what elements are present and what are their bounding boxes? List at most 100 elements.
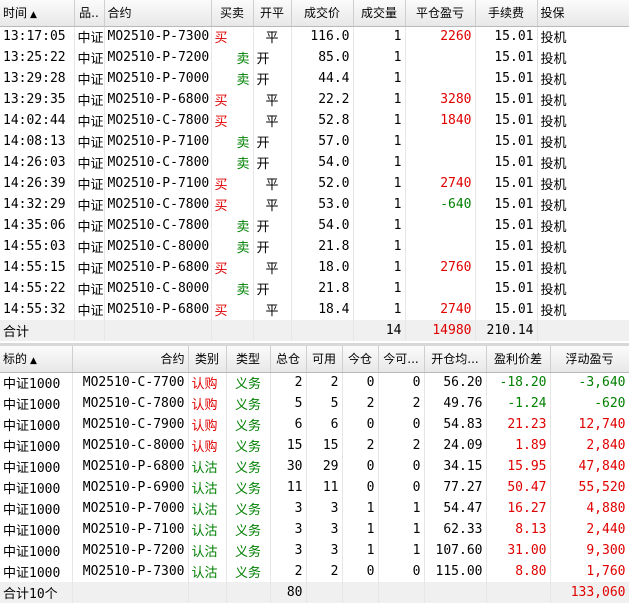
- col-price-header[interactable]: 成交价: [291, 0, 354, 27]
- position-total: 11: [270, 477, 307, 498]
- trade-row[interactable]: 14:02:44 中证 MO2510-C-7800 买平 52.8 1 1840 15.01 投…: [0, 110, 629, 131]
- col-time-header[interactable]: 时间 ▲: [0, 0, 75, 27]
- position-pnl-diff: -18.20: [486, 372, 551, 393]
- trade-volume: 1: [353, 89, 406, 110]
- trade-row[interactable]: 13:29:35 中证 MO2510-P-6800 买平 22.2 1 3280 15.01 投…: [0, 89, 629, 110]
- trade-volume: 1: [353, 47, 406, 68]
- trade-row[interactable]: 13:29:28 中证 MO2510-P-7000 卖开 44.4 1 15.01 投机: [0, 68, 629, 89]
- col-offset-header[interactable]: 开平: [253, 0, 292, 27]
- trade-price: 116.0: [291, 26, 354, 47]
- trade-fee: 15.01: [475, 89, 538, 110]
- position-open-avg: 34.15: [424, 456, 487, 477]
- col-product-header[interactable]: 品..: [74, 0, 105, 27]
- trade-hedge: 投机: [537, 215, 629, 236]
- col-type-header[interactable]: 类型: [226, 346, 271, 373]
- col-hedge-header[interactable]: 投保: [537, 0, 629, 27]
- position-row[interactable]: 中证1000 MO2510-P-7200 认沽 义务 3 3 1 1 107.60 31.00 9,…: [0, 540, 629, 561]
- trade-volume: 1: [353, 194, 406, 215]
- empty-cell: [104, 320, 212, 341]
- position-row[interactable]: 中证1000 MO2510-P-6900 认沽 义务 11 11 0 0 77.27 50.47 5…: [0, 477, 629, 498]
- trade-offset: 开: [253, 131, 292, 152]
- trade-row[interactable]: 14:32:29 中证 MO2510-C-7800 买平 53.0 1 -640 15.01 投…: [0, 194, 629, 215]
- position-type: 义务: [226, 393, 271, 414]
- position-today-available: 0: [378, 477, 425, 498]
- position-open-avg: 107.60: [424, 540, 487, 561]
- col-volume-header[interactable]: 成交量: [353, 0, 406, 27]
- position-row[interactable]: 中证1000 MO2510-C-7700 认购 义务 2 2 0 0 56.20 -18.20 -3…: [0, 372, 629, 393]
- col-today-header[interactable]: 今仓: [342, 346, 379, 373]
- position-contract: MO2510-P-6800: [72, 456, 189, 477]
- col-float-pnl-header[interactable]: 浮动盈亏: [550, 346, 629, 373]
- trade-row[interactable]: 13:17:05 中证 MO2510-P-7300 买平 116.0 1 2260 15.01…: [0, 26, 629, 47]
- trade-row[interactable]: 14:35:06 中证 MO2510-C-7800 卖开 54.0 1 15.01 投机: [0, 215, 629, 236]
- col-category-header[interactable]: 类别: [188, 346, 227, 373]
- position-today: 2: [342, 393, 379, 414]
- trade-close-pnl: [405, 278, 476, 299]
- trade-volume: 1: [353, 131, 406, 152]
- position-row[interactable]: 中证1000 MO2510-C-8000 认购 义务 15 15 2 2 24.09 1.89 2,…: [0, 435, 629, 456]
- col-total-header[interactable]: 总仓: [270, 346, 307, 373]
- position-row[interactable]: 中证1000 MO2510-P-7000 认沽 义务 3 3 1 1 54.47 16.27 4,8…: [0, 498, 629, 519]
- trade-price: 54.0: [291, 152, 354, 173]
- position-type: 义务: [226, 414, 271, 435]
- position-row[interactable]: 中证1000 MO2510-P-7300 认沽 义务 2 2 0 0 115.00 8.80 1,7…: [0, 561, 629, 582]
- col-fee-header[interactable]: 手续费: [475, 0, 538, 27]
- col-contract-header[interactable]: 合约: [104, 0, 212, 27]
- trade-fee: 15.01: [475, 173, 538, 194]
- trade-time: 13:17:05: [0, 26, 75, 47]
- trade-product: 中证: [74, 26, 105, 47]
- trade-contract: MO2510-P-7100: [104, 173, 212, 194]
- col-pos-contract-header[interactable]: 合约: [72, 346, 189, 373]
- position-row[interactable]: 中证1000 MO2510-P-7100 认沽 义务 3 3 1 1 62.33 8.13 2,44…: [0, 519, 629, 540]
- trade-hedge: 投机: [537, 110, 629, 131]
- trade-volume: 1: [353, 215, 406, 236]
- trade-row[interactable]: 14:55:15 中证 MO2510-P-6800 买平 18.0 1 2760 15.01 投…: [0, 257, 629, 278]
- trade-volume: 1: [353, 26, 406, 47]
- position-row[interactable]: 中证1000 MO2510-C-7900 认购 义务 6 6 0 0 54.83 21.23 12,…: [0, 414, 629, 435]
- col-open-avg-header[interactable]: 开仓均...: [424, 346, 487, 373]
- col-today-available-header[interactable]: 今可...: [378, 346, 425, 373]
- col-underlying-header[interactable]: 标的 ▲: [0, 346, 73, 373]
- trade-close-pnl: [405, 236, 476, 257]
- trade-row[interactable]: 14:26:03 中证 MO2510-C-7800 卖开 54.0 1 15.01 投机: [0, 152, 629, 173]
- trade-row[interactable]: 14:55:32 中证 MO2510-P-6800 买平 18.4 1 2740 15.01 投…: [0, 299, 629, 320]
- trade-contract: MO2510-P-6800: [104, 299, 212, 320]
- position-open-avg: 77.27: [424, 477, 487, 498]
- trade-row[interactable]: 13:25:22 中证 MO2510-P-7200 卖开 85.0 1 15.01 投机: [0, 47, 629, 68]
- trade-row[interactable]: 14:26:39 中证 MO2510-P-7100 买平 52.0 1 2740 15.01 投…: [0, 173, 629, 194]
- col-direction-header[interactable]: 买卖: [211, 0, 254, 27]
- trade-close-pnl: [405, 68, 476, 89]
- trade-close-pnl: -640: [405, 194, 476, 215]
- trade-row[interactable]: 14:55:03 中证 MO2510-C-8000 卖开 21.8 1 15.01 投机: [0, 236, 629, 257]
- position-today: 1: [342, 519, 379, 540]
- trade-offset: 开: [253, 215, 292, 236]
- position-today: 2: [342, 435, 379, 456]
- position-row[interactable]: 中证1000 MO2510-P-6800 认沽 义务 30 29 0 0 34.15 15.95 4…: [0, 456, 629, 477]
- position-row[interactable]: 中证1000 MO2510-C-7800 认购 义务 5 5 2 2 49.76 -1.24 -62…: [0, 393, 629, 414]
- position-contract: MO2510-P-7200: [72, 540, 189, 561]
- trade-hedge: 投机: [537, 152, 629, 173]
- trade-price: 54.0: [291, 215, 354, 236]
- col-close-pnl-header[interactable]: 平仓盈亏: [405, 0, 476, 27]
- trade-contract: MO2510-C-7800: [104, 215, 212, 236]
- trade-time: 14:08:13: [0, 131, 75, 152]
- position-pnl-diff: 8.13: [486, 519, 551, 540]
- trade-volume: 1: [353, 110, 406, 131]
- trade-close-pnl: [405, 152, 476, 173]
- trade-row[interactable]: 14:08:13 中证 MO2510-P-7100 卖开 57.0 1 15.01 投机: [0, 131, 629, 152]
- trade-records-table: 时间 ▲ 品.. 合约 买卖 开平 成交价 成交量 平仓盈亏 手续费 投保 13:…: [0, 0, 629, 341]
- position-category: 认购: [188, 393, 227, 414]
- trade-row[interactable]: 14:55:22 中证 MO2510-C-8000 卖开 21.8 1 15.01 投机: [0, 278, 629, 299]
- position-type: 义务: [226, 456, 271, 477]
- position-today: 0: [342, 456, 379, 477]
- trade-product: 中证: [74, 278, 105, 299]
- position-type: 义务: [226, 519, 271, 540]
- col-available-header[interactable]: 可用: [306, 346, 343, 373]
- trade-contract: MO2510-C-8000: [104, 236, 212, 257]
- position-today-available: 1: [378, 519, 425, 540]
- position-underlying: 中证1000: [0, 498, 73, 519]
- trade-hedge: 投机: [537, 47, 629, 68]
- position-underlying: 中证1000: [0, 519, 73, 540]
- col-pnl-diff-header[interactable]: 盈利价差: [486, 346, 551, 373]
- trade-contract: MO2510-P-6800: [104, 257, 212, 278]
